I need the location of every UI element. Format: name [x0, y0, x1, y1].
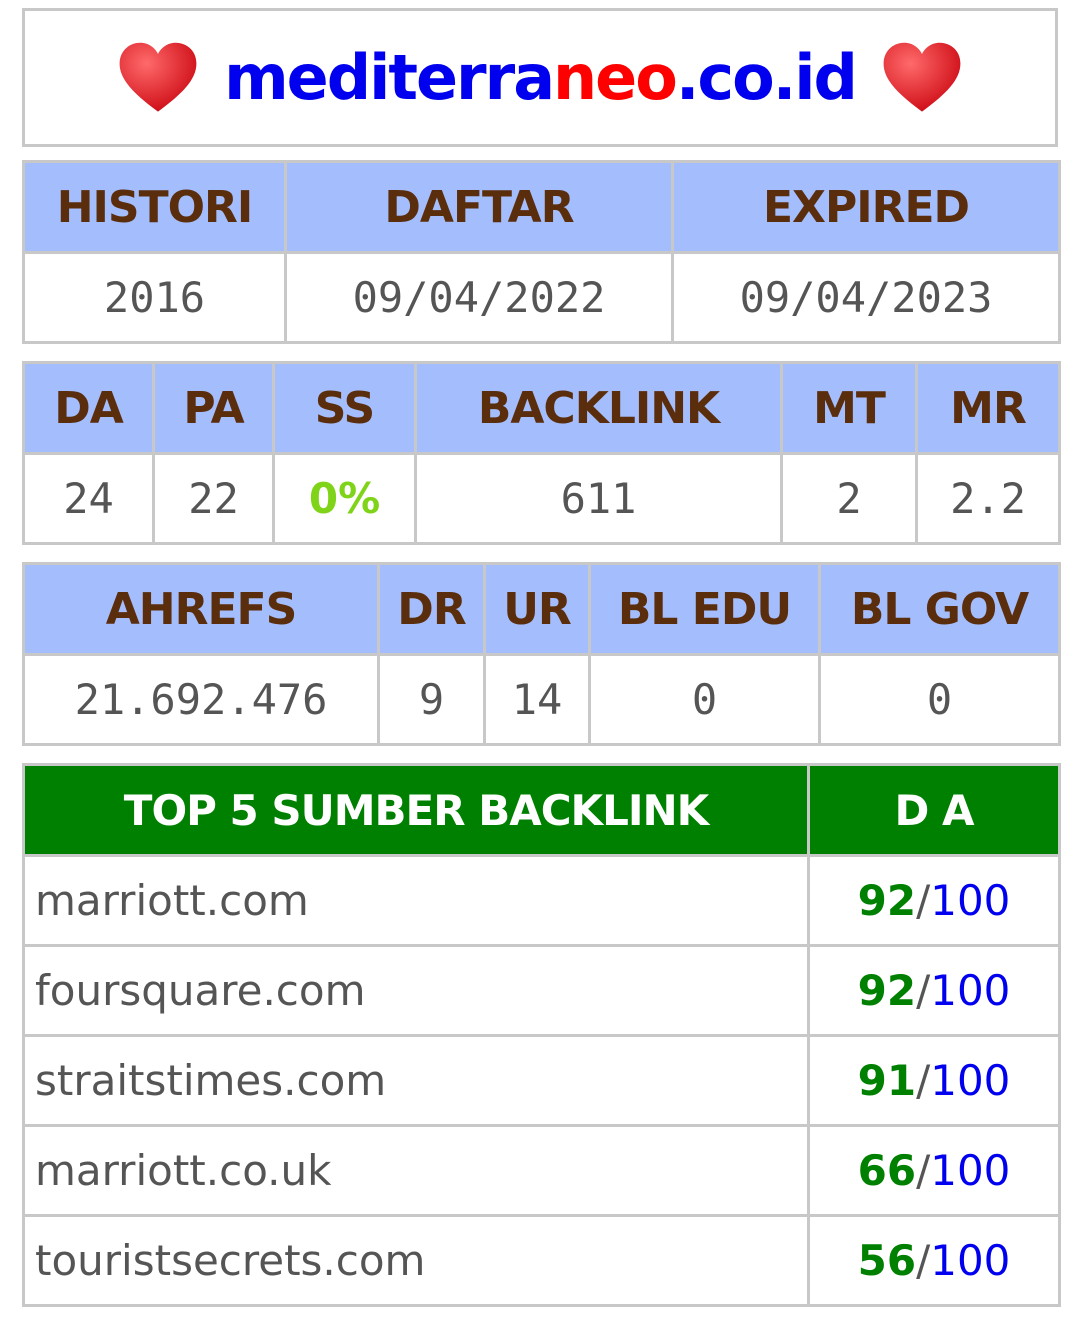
- backlink-site[interactable]: marriott.com: [22, 854, 810, 947]
- ss-header: SS: [272, 361, 417, 455]
- backlink-site[interactable]: straitstimes.com: [22, 1034, 810, 1127]
- da-score-max: 100: [930, 1056, 1011, 1105]
- heart-icon: [119, 42, 197, 112]
- moz-value-row: 24 22 0% 611 2 2.2: [22, 452, 1061, 545]
- da-score-separator: /: [916, 966, 931, 1015]
- da-score-separator: /: [916, 876, 931, 925]
- ahrefs-value-row: 21.692.476 9 14 0 0: [22, 653, 1061, 746]
- top-backlinks-table: TOP 5 SUMBER BACKLINK D A marriott.com 9…: [22, 763, 1061, 1307]
- heart-icon: [883, 42, 961, 112]
- backlink-da-score: 92/100: [807, 944, 1061, 1037]
- table-row: foursquare.com 92/100: [22, 944, 1061, 1037]
- daftar-header: DAFTAR: [284, 160, 674, 254]
- top-sources-header: TOP 5 SUMBER BACKLINK: [22, 763, 810, 857]
- backlink-da-score: 91/100: [807, 1034, 1061, 1127]
- da-score-separator: /: [916, 1236, 931, 1285]
- table-row: marriott.co.uk 66/100: [22, 1124, 1061, 1217]
- da-score-value: 92: [857, 876, 917, 925]
- da-score-max: 100: [930, 876, 1011, 925]
- mt-header: MT: [780, 361, 918, 455]
- da-score-max: 100: [930, 1236, 1011, 1285]
- da-score-max: 100: [930, 966, 1011, 1015]
- da-score-value: 66: [857, 1146, 917, 1195]
- expired-header: EXPIRED: [671, 160, 1061, 254]
- ur-value: 14: [483, 653, 591, 746]
- backlink-header: BACKLINK: [414, 361, 783, 455]
- da-column-header: D A: [807, 763, 1061, 857]
- da-score-separator: /: [916, 1056, 931, 1105]
- backlink-site[interactable]: marriott.co.uk: [22, 1124, 810, 1217]
- domain-name: mediterraneo.co.id: [224, 46, 858, 109]
- mr-header: MR: [915, 361, 1061, 455]
- da-score-separator: /: [916, 1146, 931, 1195]
- mt-value: 2: [780, 452, 918, 545]
- table-row: touristsecrets.com 56/100: [22, 1214, 1061, 1307]
- top-backlinks-header-row: TOP 5 SUMBER BACKLINK D A: [22, 763, 1061, 857]
- backlink-da-score: 66/100: [807, 1124, 1061, 1217]
- domain-title-panel: mediterraneo.co.id: [22, 8, 1058, 147]
- bl-gov-header: BL GOV: [818, 562, 1061, 656]
- pa-value: 22: [152, 452, 275, 545]
- ahrefs-value: 21.692.476: [22, 653, 380, 746]
- moz-header-row: DA PA SS BACKLINK MT MR: [22, 361, 1061, 455]
- table-row: marriott.com 92/100: [22, 854, 1061, 947]
- domain-part-blue: mediterra: [224, 40, 555, 114]
- histori-header: HISTORI: [22, 160, 287, 254]
- pa-header: PA: [152, 361, 275, 455]
- expired-value: 09/04/2023: [671, 251, 1061, 344]
- registration-table: HISTORI DAFTAR EXPIRED 2016 09/04/2022 0…: [22, 160, 1061, 344]
- dr-value: 9: [377, 653, 486, 746]
- backlink-da-score: 92/100: [807, 854, 1061, 947]
- histori-value: 2016: [22, 251, 287, 344]
- mr-value: 2.2: [915, 452, 1061, 545]
- da-score-value: 56: [857, 1236, 917, 1285]
- registration-value-row: 2016 09/04/2022 09/04/2023: [22, 251, 1061, 344]
- da-score-value: 92: [857, 966, 917, 1015]
- da-score-max: 100: [930, 1146, 1011, 1195]
- ahrefs-header-row: AHREFS DR UR BL EDU BL GOV: [22, 562, 1061, 656]
- table-row: straitstimes.com 91/100: [22, 1034, 1061, 1127]
- ahrefs-metrics-table: AHREFS DR UR BL EDU BL GOV 21.692.476 9 …: [22, 562, 1061, 746]
- bl-edu-header: BL EDU: [588, 562, 821, 656]
- backlink-site[interactable]: foursquare.com: [22, 944, 810, 1037]
- da-header: DA: [22, 361, 155, 455]
- ur-header: UR: [483, 562, 591, 656]
- domain-part-red: neo: [553, 40, 678, 114]
- backlink-value: 611: [414, 452, 783, 545]
- ahrefs-header: AHREFS: [22, 562, 380, 656]
- ss-value: 0%: [272, 452, 417, 545]
- backlink-site[interactable]: touristsecrets.com: [22, 1214, 810, 1307]
- da-score-value: 91: [857, 1056, 917, 1105]
- bl-gov-value: 0: [818, 653, 1061, 746]
- daftar-value: 09/04/2022: [284, 251, 674, 344]
- registration-header-row: HISTORI DAFTAR EXPIRED: [22, 160, 1061, 254]
- backlink-da-score: 56/100: [807, 1214, 1061, 1307]
- domain-tld: .co.id: [675, 40, 858, 114]
- bl-edu-value: 0: [588, 653, 821, 746]
- moz-metrics-table: DA PA SS BACKLINK MT MR 24 22 0% 611 2 2…: [22, 361, 1061, 545]
- dr-header: DR: [377, 562, 486, 656]
- da-value: 24: [22, 452, 155, 545]
